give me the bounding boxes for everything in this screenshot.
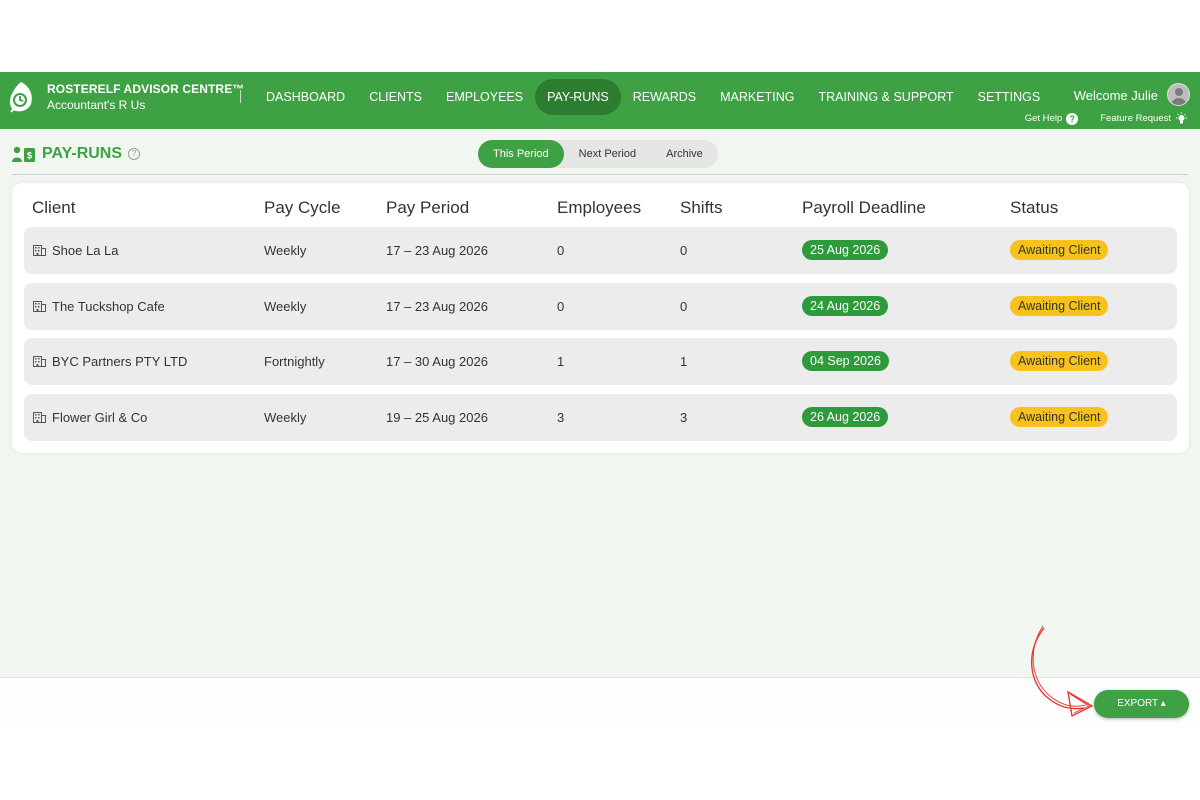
deadline-badge: 26 Aug 2026 xyxy=(802,407,889,427)
building-icon xyxy=(33,412,46,423)
table-row[interactable]: BYC Partners PTY LTD Fortnightly 17 – 30… xyxy=(24,338,1177,385)
status-badge: Awaiting Client xyxy=(1010,296,1109,316)
table-row[interactable]: Shoe La La Weekly 17 – 23 Aug 2026 0 0 2… xyxy=(24,227,1177,274)
feature-request-link[interactable]: Feature Request xyxy=(1100,112,1188,125)
get-help-link[interactable]: Get Help ? xyxy=(1024,112,1079,125)
page-title-row: $ PAY-RUNS ? xyxy=(12,144,141,164)
cell-client: BYC Partners PTY LTD xyxy=(52,354,188,369)
brand-divider xyxy=(240,90,241,103)
table-row[interactable]: Flower Girl & Co Weekly 19 – 25 Aug 2026… xyxy=(24,394,1177,441)
nav-pay-runs[interactable]: PAY-RUNS xyxy=(535,79,621,115)
header-employees[interactable]: Employees xyxy=(557,198,641,218)
period-tabs: This Period Next Period Archive xyxy=(478,140,718,168)
top-navigation-bar: ROSTERELF ADVISOR CENTRE™ Accountant's R… xyxy=(0,72,1200,129)
header-client[interactable]: Client xyxy=(32,198,75,218)
nav-marketing[interactable]: MARKETING xyxy=(708,79,806,115)
cell-employees: 3 xyxy=(557,410,565,425)
lightbulb-icon xyxy=(1176,112,1187,124)
cell-pay-cycle: Weekly xyxy=(264,299,307,314)
cell-employees: 0 xyxy=(557,243,565,258)
welcome-text: Welcome Julie xyxy=(1073,88,1158,103)
cell-pay-cycle: Weekly xyxy=(264,243,307,258)
feature-request-label: Feature Request xyxy=(1100,113,1171,124)
user-avatar[interactable] xyxy=(1167,83,1190,106)
title-divider xyxy=(12,174,1188,175)
cell-client: Flower Girl & Co xyxy=(52,410,148,425)
cell-pay-period: 17 – 30 Aug 2026 xyxy=(386,354,488,369)
main-nav: DASHBOARD CLIENTS EMPLOYEES PAY-RUNS REW… xyxy=(254,79,1052,115)
header-status[interactable]: Status xyxy=(1010,198,1058,218)
cell-shifts: 0 xyxy=(680,299,688,314)
app-window: ROSTERELF ADVISOR CENTRE™ Accountant's R… xyxy=(0,72,1200,728)
cell-client: Shoe La La xyxy=(52,243,119,258)
cell-pay-period: 19 – 25 Aug 2026 xyxy=(386,410,488,425)
bottom-action-bar: EXPORT ▴ xyxy=(0,677,1200,728)
nav-settings[interactable]: SETTINGS xyxy=(966,79,1053,115)
header-payroll-deadline[interactable]: Payroll Deadline xyxy=(802,198,926,218)
svg-text:$: $ xyxy=(27,150,32,160)
status-badge: Awaiting Client xyxy=(1010,240,1109,260)
deadline-badge: 25 Aug 2026 xyxy=(802,240,889,260)
cell-pay-period: 17 – 23 Aug 2026 xyxy=(386,243,488,258)
tab-this-period[interactable]: This Period xyxy=(478,140,564,168)
tab-next-period[interactable]: Next Period xyxy=(564,140,651,168)
nav-clients[interactable]: CLIENTS xyxy=(357,79,434,115)
cell-shifts: 3 xyxy=(680,410,688,425)
building-icon xyxy=(33,301,46,312)
cell-pay-cycle: Fortnightly xyxy=(264,354,325,369)
pay-runs-icon: $ xyxy=(12,146,35,162)
building-icon xyxy=(33,245,46,256)
help-links: Get Help ? Feature Request xyxy=(1025,112,1188,125)
avatar-body-shape xyxy=(1171,98,1187,105)
brand-title: ROSTERELF ADVISOR CENTRE™ xyxy=(47,82,245,96)
cell-pay-cycle: Weekly xyxy=(264,410,307,425)
building-icon xyxy=(33,356,46,367)
nav-rewards[interactable]: REWARDS xyxy=(621,79,708,115)
cell-employees: 0 xyxy=(557,299,565,314)
header-pay-period[interactable]: Pay Period xyxy=(386,198,469,218)
nav-training-support[interactable]: TRAINING & SUPPORT xyxy=(806,79,965,115)
nav-employees[interactable]: EMPLOYEES xyxy=(434,79,535,115)
nav-dashboard[interactable]: DASHBOARD xyxy=(254,79,357,115)
table-row[interactable]: The Tuckshop Cafe Weekly 17 – 23 Aug 202… xyxy=(24,283,1177,330)
deadline-badge: 04 Sep 2026 xyxy=(802,351,889,371)
info-icon[interactable]: ? xyxy=(128,148,141,160)
cell-shifts: 0 xyxy=(680,243,688,258)
cell-client: The Tuckshop Cafe xyxy=(52,299,165,314)
cell-shifts: 1 xyxy=(680,354,688,369)
status-badge: Awaiting Client xyxy=(1010,351,1109,371)
cell-pay-period: 17 – 23 Aug 2026 xyxy=(386,299,488,314)
cell-employees: 1 xyxy=(557,354,565,369)
table-header: Client Pay Cycle Pay Period Employees Sh… xyxy=(12,183,1189,231)
rosterelf-logo-icon[interactable] xyxy=(7,80,35,114)
tab-archive[interactable]: Archive xyxy=(651,140,718,168)
deadline-badge: 24 Aug 2026 xyxy=(802,296,889,316)
header-shifts[interactable]: Shifts xyxy=(680,198,723,218)
header-pay-cycle[interactable]: Pay Cycle xyxy=(264,198,341,218)
page-title: PAY-RUNS xyxy=(42,145,123,162)
question-icon: ? xyxy=(1066,112,1079,125)
pay-runs-table: Client Pay Cycle Pay Period Employees Sh… xyxy=(12,183,1189,453)
export-button[interactable]: EXPORT ▴ xyxy=(1094,690,1189,718)
brand-subtitle: Accountant's R Us xyxy=(47,98,146,112)
status-badge: Awaiting Client xyxy=(1010,407,1109,427)
avatar-head-shape xyxy=(1175,88,1183,96)
get-help-label: Get Help xyxy=(1024,113,1063,124)
